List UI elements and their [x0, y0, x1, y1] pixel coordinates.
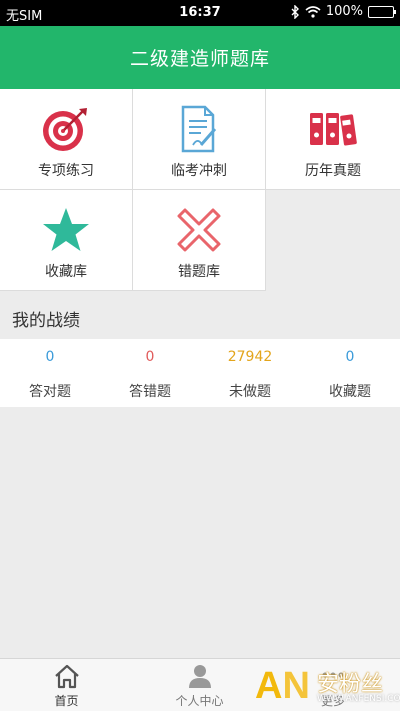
watermark-logo: AN	[255, 665, 310, 707]
bluetooth-icon	[291, 4, 299, 19]
section-title: 我的战绩	[0, 293, 400, 339]
tab-profile[interactable]: 个人中心	[133, 659, 266, 711]
stat-correct[interactable]: 0 答对题	[0, 339, 100, 407]
stat-value: 0	[145, 349, 155, 365]
watermark-url: WWW.ANFENSI.COM	[317, 694, 400, 704]
tab-home[interactable]: 首页	[0, 659, 133, 711]
stat-undone[interactable]: 27942 未做题	[200, 339, 300, 407]
star-icon	[0, 206, 132, 254]
stats-panel: 0 答对题 0 答错题 27942 未做题 0 收藏题	[0, 339, 400, 407]
stat-label: 答对题	[29, 384, 71, 400]
status-icons: 100%	[291, 4, 396, 19]
menu-item-label: 错题库	[178, 264, 220, 280]
stat-label: 收藏题	[329, 384, 371, 400]
stat-wrong[interactable]: 0 答错题	[100, 339, 200, 407]
page-title: 二级建造师题库	[129, 48, 270, 70]
menu-item-label: 历年真题	[305, 163, 361, 179]
target-icon	[0, 105, 132, 153]
tab-label: 个人中心	[175, 694, 224, 708]
binders-icon	[266, 105, 400, 153]
stat-value: 27942	[227, 349, 273, 365]
stat-value: 0	[45, 349, 55, 365]
tab-label: 首页	[54, 694, 79, 708]
cross-icon	[133, 206, 265, 254]
battery-percent: 100%	[325, 4, 363, 19]
menu-item-wrong-answers[interactable]: 错题库	[133, 190, 266, 291]
menu-item-exam-sprint[interactable]: 临考冲刺	[133, 89, 266, 190]
menu-item-label: 专项练习	[38, 163, 94, 179]
stat-favorited[interactable]: 0 收藏题	[300, 339, 400, 407]
wifi-icon	[305, 5, 321, 18]
battery-icon	[368, 5, 396, 18]
app-header: 二级建造师题库	[0, 26, 400, 89]
stat-label: 未做题	[229, 384, 271, 400]
menu-item-label: 收藏库	[45, 264, 87, 280]
stat-value: 0	[345, 349, 355, 365]
menu-item-special-practice[interactable]: 专项练习	[0, 89, 133, 190]
watermark: AN 安粉丝 WWW.ANFENSI.COM	[255, 664, 400, 711]
menu-item-past-exams[interactable]: 历年真题	[266, 89, 400, 190]
menu-item-favorites[interactable]: 收藏库	[0, 190, 133, 291]
user-icon	[133, 663, 266, 689]
status-bar: 无SIM 16:37 100%	[0, 0, 400, 26]
stat-label: 答错题	[129, 384, 171, 400]
home-icon	[0, 663, 133, 689]
document-pen-icon	[133, 105, 265, 153]
menu-item-label: 临考冲刺	[171, 163, 227, 179]
